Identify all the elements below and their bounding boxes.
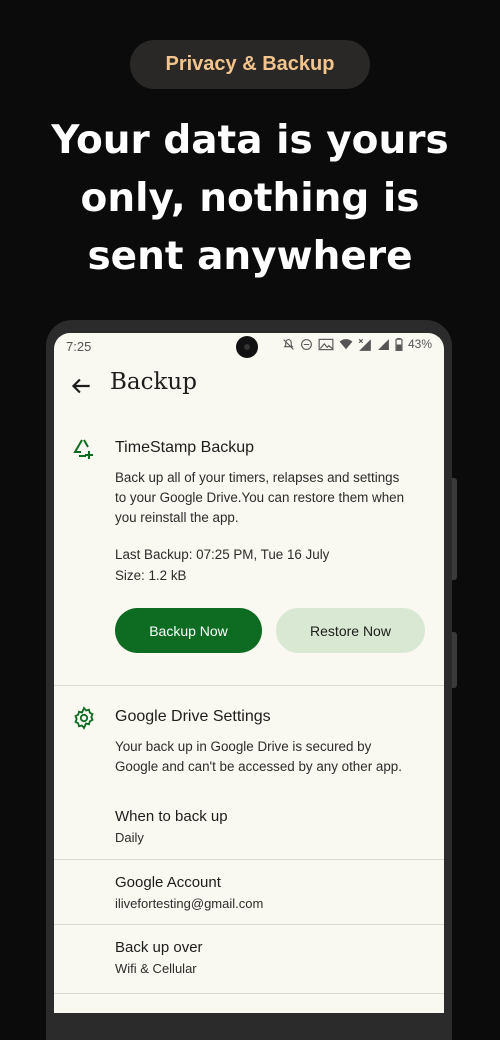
promo-headline: Your data is yours only, nothing is sent… bbox=[0, 112, 500, 286]
do-not-disturb-icon bbox=[301, 338, 312, 350]
setting-row-label: Back up over bbox=[115, 939, 203, 956]
status-bar: 7:25 43% bbox=[54, 333, 444, 361]
timestamp-backup-description: Back up all of your timers, relapses and… bbox=[115, 468, 404, 528]
signal-x-icon bbox=[358, 338, 371, 351]
drive-description-line-1: Your back up in Google Drive is secured … bbox=[115, 739, 372, 754]
setting-row-value: Wifi & Cellular bbox=[115, 961, 197, 976]
setting-row-label: When to back up bbox=[115, 808, 228, 825]
timestamp-backup-title: TimeStamp Backup bbox=[115, 439, 255, 456]
row-divider bbox=[54, 924, 444, 925]
row-divider bbox=[54, 859, 444, 860]
promo-pill: Privacy & Backup bbox=[130, 40, 370, 89]
drive-settings-title: Google Drive Settings bbox=[115, 708, 271, 725]
backup-size-text: Size: 1.2 kB bbox=[115, 568, 187, 583]
setting-row-label: Google Account bbox=[115, 874, 221, 891]
wifi-icon bbox=[339, 339, 353, 350]
description-line-1: Back up all of your timers, relapses and… bbox=[115, 470, 400, 485]
camera-cutout bbox=[236, 336, 258, 358]
drive-description-line-2: Google and can't be accessed by any othe… bbox=[115, 759, 402, 774]
backup-now-button[interactable]: Backup Now bbox=[115, 608, 262, 653]
notifications-off-icon bbox=[283, 338, 294, 350]
photo-icon bbox=[318, 338, 334, 350]
phone-volume-button bbox=[452, 632, 457, 688]
app-bar: Backup bbox=[54, 369, 444, 405]
description-line-2: to your Google Drive.You can restore the… bbox=[115, 490, 405, 505]
signal-icon bbox=[378, 339, 389, 350]
gear-icon bbox=[74, 706, 94, 730]
battery-icon bbox=[395, 337, 403, 351]
status-time: 7:25 bbox=[66, 339, 92, 354]
battery-percent: 43% bbox=[407, 337, 432, 351]
headline-line-1: Your data is yours bbox=[51, 118, 449, 163]
headline-line-3: sent anywhere bbox=[87, 234, 413, 279]
setting-row-value: ilivefortesting@gmail.com bbox=[115, 896, 264, 911]
phone-side-button bbox=[452, 478, 457, 580]
page-title: Backup bbox=[110, 369, 197, 395]
phone-screen: 7:25 43% Backup TimeStamp Backup Back up… bbox=[54, 333, 444, 1013]
drive-settings-description: Your back up in Google Drive is secured … bbox=[115, 737, 402, 777]
row-divider bbox=[54, 993, 444, 994]
status-icons: 43% bbox=[282, 337, 432, 351]
headline-line-2: only, nothing is bbox=[80, 176, 420, 221]
backup-now-label: Backup Now bbox=[149, 622, 228, 639]
section-divider bbox=[54, 685, 444, 686]
restore-now-button[interactable]: Restore Now bbox=[276, 608, 425, 653]
description-line-3: you reinstall the app. bbox=[115, 510, 239, 525]
restore-now-label: Restore Now bbox=[310, 622, 391, 639]
arrow-left-icon[interactable] bbox=[68, 373, 94, 399]
promo-pill-label: Privacy & Backup bbox=[165, 53, 335, 75]
setting-row-value: Daily bbox=[115, 830, 144, 845]
recycle-plus-icon bbox=[73, 439, 93, 459]
last-backup-text: Last Backup: 07:25 PM, Tue 16 July bbox=[115, 547, 330, 562]
